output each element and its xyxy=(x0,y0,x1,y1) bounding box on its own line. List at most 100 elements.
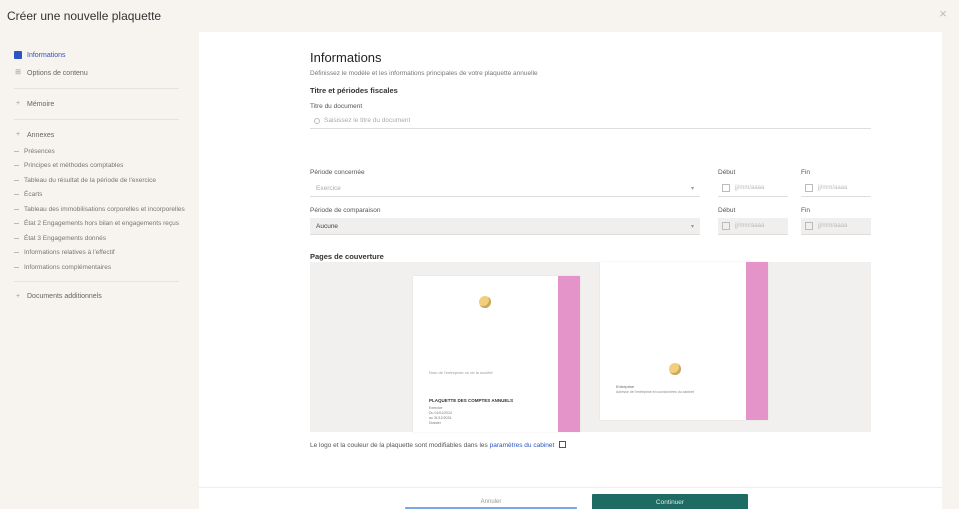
sidebar-subitem[interactable]: Informations relatives à l'effectif xyxy=(14,246,189,261)
fiscal-period-select[interactable]: Exercice ▾ xyxy=(310,180,700,197)
cover1-title: PLAQUETTE DES COMPTES ANNUELS xyxy=(429,398,514,403)
sidebar: Informations ⊞ Options de contenu + Mémo… xyxy=(0,32,197,509)
sidebar-divider xyxy=(14,119,179,120)
settings-link[interactable]: paramètres du cabinet xyxy=(490,442,555,449)
plus-icon: + xyxy=(15,100,21,107)
dash-icon xyxy=(14,208,19,210)
title-bar: Créer une nouvelle plaquette × xyxy=(0,0,959,32)
date-placeholder: jj/mm/aaaa xyxy=(818,223,848,229)
calendar-icon xyxy=(805,184,813,192)
dash-icon xyxy=(14,223,19,225)
page-title: Informations xyxy=(310,50,382,65)
sidebar-subitem-label: Présences xyxy=(24,147,55,155)
cover-pages-heading: Pages de couverture xyxy=(310,252,384,261)
cover1-meta: Dossier xyxy=(429,421,441,425)
calendar-icon xyxy=(805,222,813,230)
sidebar-subitem-label: État 2 Engagements hors bilan et engagem… xyxy=(24,220,180,228)
cover-page-2[interactable]: Entreprise Adresse de l'entreprise et co… xyxy=(600,262,768,420)
end-date-label: Fin xyxy=(801,169,811,176)
section-heading: Titre et périodes fiscales xyxy=(310,86,398,95)
form-content: Informations Définissez le modèle et les… xyxy=(310,50,871,449)
cover-preview: Nom de l'entreprise ou de la société PLA… xyxy=(310,262,871,432)
doc-title-placeholder: Saisissez le titre du document xyxy=(324,117,411,124)
sidebar-subitem[interactable]: Tableau des immobilisations corporelles … xyxy=(14,202,189,217)
sidebar-item-informations[interactable]: Informations xyxy=(14,46,189,64)
cover2-line: Entreprise xyxy=(616,384,635,389)
comparison-end-input[interactable]: jj/mm/aaaa xyxy=(801,218,871,235)
sidebar-divider xyxy=(14,280,179,282)
date-placeholder: jj/mm/aaaa xyxy=(818,185,848,191)
sidebar-subitem-label: Tableau des immobilisations corporelles … xyxy=(24,205,185,213)
edit-icon xyxy=(314,117,320,124)
sidebar-subitem-label: État 3 Engagements donnés xyxy=(24,234,107,242)
sidebar-item-label: Documents additionnels xyxy=(27,293,102,300)
company-logo xyxy=(479,296,491,308)
dash-icon xyxy=(14,179,19,181)
info-square-icon xyxy=(14,51,22,59)
end-date-label: Fin xyxy=(801,207,811,214)
cancel-button-label: Annuler xyxy=(480,499,502,505)
cover1-meta: Exercice xyxy=(429,406,443,410)
company-logo xyxy=(669,363,681,375)
cover-page-1[interactable]: Nom de l'entreprise ou de la société PLA… xyxy=(413,276,580,432)
start-date-input[interactable]: jj/mm/aaaa xyxy=(718,180,788,197)
sidebar-item-label: Options de contenu xyxy=(27,69,88,77)
cover1-meta: au 31/12/2024 xyxy=(429,416,452,420)
sidebar-item-label: Informations xyxy=(27,51,66,59)
sidebar-item-label: Mémoire xyxy=(27,100,55,108)
start-date-label: Début xyxy=(718,207,736,214)
plus-icon: + xyxy=(15,131,21,138)
footer: Annuler Continuer xyxy=(199,487,942,509)
sidebar-item-annexes[interactable]: + Annexes xyxy=(14,126,189,144)
sidebar-subitem[interactable]: Présences xyxy=(14,144,189,159)
chevron-down-icon: ▾ xyxy=(690,223,694,230)
sidebar-subitem[interactable]: Tableau du résultat de la période de l'e… xyxy=(14,173,189,188)
comparison-start-input[interactable]: jj/mm/aaaa xyxy=(718,218,788,235)
sidebar-subitem-label: Principes et méthodes comptables xyxy=(24,162,124,170)
plus-icon: + xyxy=(15,292,21,300)
cover1-line: Nom de l'entreprise ou de la société xyxy=(429,370,493,375)
end-date-input[interactable]: jj/mm/aaaa xyxy=(801,180,871,197)
comparison-select[interactable]: Aucune ▾ xyxy=(310,218,700,235)
sidebar-item-label: Annexes xyxy=(27,131,55,139)
sidebar-subitem[interactable]: État 3 Engagements donnés xyxy=(14,231,189,246)
sidebar-subitem[interactable]: État 2 Engagements hors bilan et engagem… xyxy=(14,217,189,232)
close-icon[interactable]: × xyxy=(935,6,951,22)
page-subtitle: Définissez le modèle et les informations… xyxy=(310,70,538,77)
sidebar-subitem[interactable]: Écarts xyxy=(14,188,189,203)
external-link-icon[interactable] xyxy=(559,441,567,448)
main-panel: Informations Définissez le modèle et les… xyxy=(199,32,942,509)
calendar-icon xyxy=(722,184,730,192)
logo-note: Le logo et la couleur de la plaquette so… xyxy=(310,441,567,449)
doc-title-input[interactable]: Saisissez le titre du document xyxy=(310,113,871,129)
sidebar-subitem-label: Écarts xyxy=(24,191,43,199)
comparison-label: Période de comparaison xyxy=(310,207,381,214)
sidebar-subitem[interactable]: Principes et méthodes comptables xyxy=(14,159,189,174)
doc-title-label: Titre du document xyxy=(310,103,363,110)
cover1-meta: Du 01/01/2024 xyxy=(429,411,452,415)
sidebar-subitem-label: Tableau du résultat de la période de l'e… xyxy=(24,176,157,184)
sidebar-subitem-label: Informations complémentaires xyxy=(24,263,112,271)
sidebar-item-memoire[interactable]: + Mémoire xyxy=(14,95,189,113)
dash-icon xyxy=(14,237,19,239)
window-title: Créer une nouvelle plaquette xyxy=(7,9,162,23)
sidebar-subitem[interactable]: Informations complémentaires xyxy=(14,260,189,275)
sidebar-subitem-label: Informations relatives à l'effectif xyxy=(24,249,115,257)
continue-button[interactable]: Continuer xyxy=(592,494,748,509)
date-placeholder: jj/mm/aaaa xyxy=(735,185,765,191)
dash-icon xyxy=(14,165,19,167)
sidebar-item-options[interactable]: ⊞ Options de contenu xyxy=(14,64,189,82)
cover-accent-bar xyxy=(746,262,768,420)
date-placeholder: jj/mm/aaaa xyxy=(735,223,765,229)
sidebar-item-documents[interactable]: + Documents additionnels xyxy=(14,288,189,306)
grid-icon: ⊞ xyxy=(15,69,21,76)
cover2-meta: Adresse de l'entreprise et coordonnées d… xyxy=(616,390,694,394)
dash-icon xyxy=(14,266,19,268)
dash-icon xyxy=(14,194,19,196)
fiscal-period-label: Période concernée xyxy=(310,169,365,176)
start-date-label: Début xyxy=(718,169,736,176)
fiscal-period-value: Exercice xyxy=(316,184,341,192)
chevron-down-icon: ▾ xyxy=(690,185,694,192)
dash-icon xyxy=(14,252,19,254)
note-text: Le logo et la couleur de la plaquette so… xyxy=(310,442,488,449)
